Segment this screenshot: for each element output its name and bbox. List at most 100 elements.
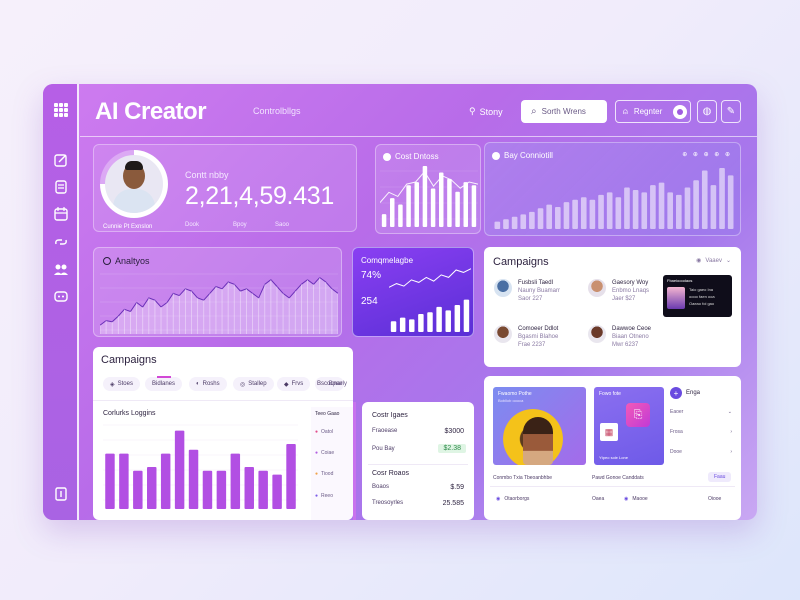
campaigns-filter[interactable]: ◉ Vaaev ⌄ — [696, 257, 731, 265]
chart-bar — [520, 214, 527, 229]
calendar-tile-icon: ▦ — [600, 423, 618, 441]
legend-label: Coiae — [321, 450, 335, 456]
media-left-tile[interactable]: Fwaomo Pothe Bobllob oooca — [493, 387, 586, 465]
media-foot-label[interactable]: Oaea — [592, 496, 604, 502]
list-item[interactable]: Dawwoe Ceoe Biaan Otneno Mwr 6237 — [588, 325, 651, 349]
pen-icon[interactable]: ✎ — [721, 100, 741, 123]
cost-chart — [380, 166, 478, 227]
media-right-bottom: Ytpeo sole Lone — [599, 455, 628, 460]
chevron-right-icon: › — [730, 449, 732, 455]
legend-item[interactable]: ● Tiood — [315, 471, 333, 477]
media-foot-label: Otaorborgs — [504, 496, 530, 502]
legend-item[interactable]: ● Reeo — [315, 493, 333, 499]
profile-stat-1: Dook — [185, 222, 200, 228]
chart-bar — [471, 185, 477, 227]
cost-row-value: $3000 — [444, 428, 464, 435]
tab-label: Roshs — [202, 381, 220, 387]
engagement-chart — [389, 268, 471, 332]
list-item[interactable]: Gaesory Woy Enbmo Lnaqs Jaer $27 — [588, 279, 649, 303]
legend-item[interactable]: ● Coiae — [315, 450, 334, 456]
chat-icon[interactable] — [53, 289, 69, 305]
campaigns-right-title: Campaigns — [493, 256, 549, 268]
chart-line — [389, 268, 471, 288]
grid-menu-icon[interactable] — [53, 102, 69, 118]
users-icon[interactable] — [53, 262, 69, 278]
dot-icon: ● — [315, 450, 319, 456]
plus-icon[interactable]: + — [670, 387, 682, 399]
link-icon[interactable] — [53, 234, 69, 250]
person-name: Fusbsli Taedl — [518, 280, 553, 286]
media-right-tile[interactable]: Fowo fote ⎘ ▦ Ytpeo sole Lone — [594, 387, 664, 465]
row-divider — [93, 400, 353, 401]
analytics-chart — [100, 273, 338, 334]
chart-bar — [615, 197, 622, 229]
person-name: Gaesory Woy — [612, 280, 649, 286]
tab-4[interactable]: ◎ Stallep — [233, 377, 274, 391]
cost-panel: Costr Igaes Fraoease $3000 Pou Bay $2.38… — [362, 402, 474, 520]
bay-card: Bay Conniotill ⊕ ⊕ ⊕ ⊕ ⊕ — [484, 142, 741, 236]
campaigns-action[interactable]: Bpaely — [329, 381, 347, 387]
media-caption-button[interactable]: Faau — [708, 472, 732, 482]
tab-2[interactable]: Bidlanes — [145, 377, 183, 391]
person-value: Jaer $27 — [612, 296, 636, 302]
edit-icon[interactable] — [53, 152, 69, 168]
chart-bar — [244, 466, 254, 509]
tab-3[interactable]: ◐ Roshs — [189, 377, 227, 391]
tab-label: Bidlanes — [152, 381, 176, 387]
tab-5[interactable]: ◆ Frvs — [277, 377, 311, 391]
list-item[interactable]: Fusbsli Taedl Nauny Buamarr Saor 227 — [494, 279, 560, 303]
media-side-item[interactable]: Eaoer ⌄ — [670, 409, 732, 415]
list-item[interactable]: Comoeer Ddlot Bgasmi Blahoe Frae 2237 — [494, 325, 558, 349]
media-foot-label[interactable]: Oiooe — [708, 496, 721, 502]
profile-metric: 2,21,4,59.431 — [185, 182, 335, 210]
tab-icon: ◆ — [284, 381, 289, 388]
chart-bar — [286, 444, 296, 509]
person-value: Mwr 6237 — [612, 342, 639, 348]
chart-bar — [650, 185, 656, 229]
subnav-link[interactable]: Controlbllgs — [253, 106, 301, 116]
campaigns-right-card: Campaigns ◉ Vaaev ⌄ Fusbsli Taedl Nauny B… — [484, 247, 741, 367]
media-foot-item[interactable]: ◉ Maooe — [624, 496, 648, 502]
logout-icon[interactable] — [53, 486, 69, 502]
story-button[interactable]: ⚲ Stony — [469, 106, 503, 117]
chart-bar — [693, 180, 699, 229]
document-icon[interactable] — [53, 179, 69, 195]
media-foot-item[interactable]: ◉ Otaorborgs — [496, 496, 529, 502]
avatar[interactable] — [100, 150, 168, 218]
chart-bar — [398, 204, 403, 227]
chart-bar — [399, 317, 406, 332]
chart-bar — [624, 187, 630, 229]
chart-bar — [406, 185, 411, 227]
tab-label: Stoes — [117, 381, 133, 387]
media-side-item[interactable]: Dooe › — [670, 449, 732, 455]
avatar — [588, 279, 606, 297]
chart-bar — [454, 305, 461, 332]
legend-item[interactable]: ● Oatol — [315, 429, 333, 435]
media-side-item[interactable]: Frosa › — [670, 429, 732, 435]
chart-bar — [589, 199, 596, 229]
bay-card-controls[interactable]: ⊕ ⊕ ⊕ ⊕ ⊕ — [682, 151, 732, 158]
chart-bar — [529, 211, 535, 229]
search-input[interactable]: ⌕ Sorth Wrens — [521, 100, 607, 123]
media-side-label: Dooe — [670, 449, 682, 455]
chart-bar — [727, 175, 734, 229]
person-value: Saor 227 — [518, 296, 543, 302]
media-right-title: Fowo fote — [599, 391, 621, 397]
avatar — [494, 279, 512, 297]
chart-bar — [701, 170, 708, 229]
analytics-title: Analtyos — [115, 256, 150, 266]
promo-tile[interactable]: Fbaeiooodaos Taio gaeo Ina oooo faen ooa… — [663, 275, 732, 317]
scroll-accent[interactable] — [353, 402, 356, 520]
promo-line-1: Taio gaeo Ina — [689, 287, 714, 292]
calendar-icon[interactable] — [53, 206, 69, 222]
search-placeholder: Sorth Wrens — [541, 107, 586, 116]
person-role: Enbmo Lnaqs — [612, 288, 650, 294]
register-button[interactable]: ⍝ Regnter — [615, 100, 691, 123]
bell-icon[interactable]: ◍ — [697, 100, 717, 123]
chart-bar — [418, 314, 424, 332]
cost-sub-heading: Cosr Roaos — [372, 470, 409, 477]
chart-bar — [427, 312, 433, 332]
tab-1[interactable]: ◈ Stoes — [103, 377, 140, 391]
profile-stat-2: Bpoy — [233, 222, 247, 228]
app-tile-icon: ⎘ — [626, 403, 650, 427]
